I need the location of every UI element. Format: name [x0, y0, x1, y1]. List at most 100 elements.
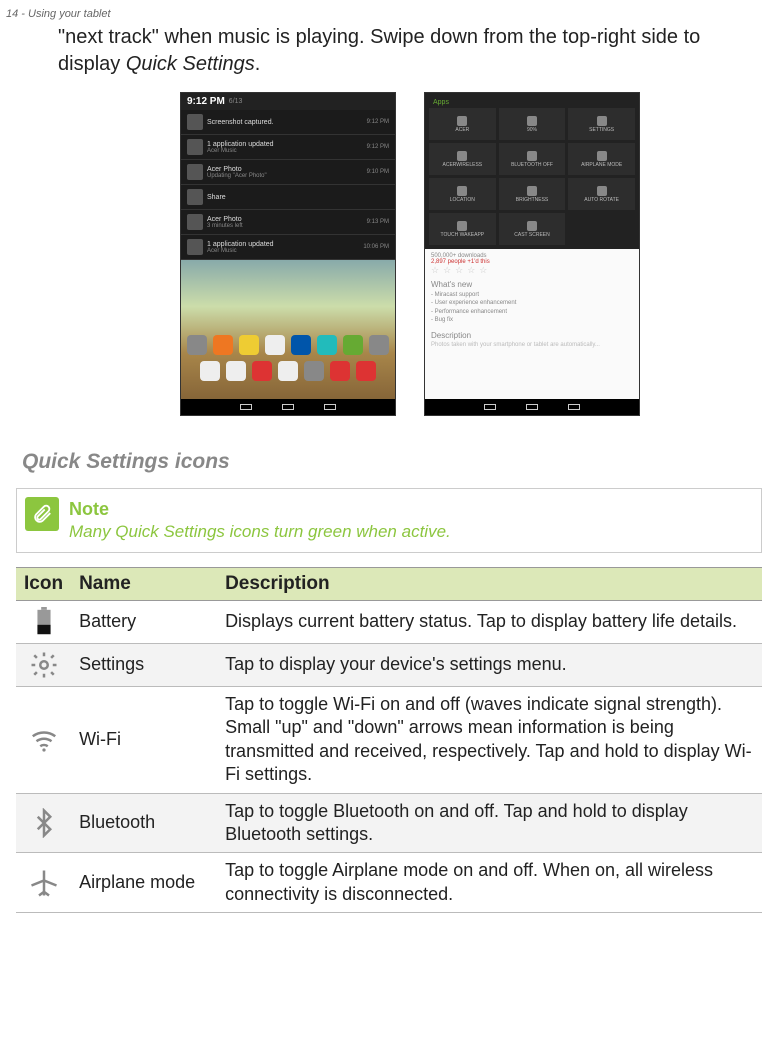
qs-label: BRIGHTNESS [516, 197, 549, 203]
desc-cell: Tap to toggle Bluetooth on and off. Tap … [217, 793, 762, 853]
status-time: 9:12 PM [187, 96, 225, 107]
location-icon [457, 186, 467, 196]
icons-table: Icon Name Description Battery Displays c… [16, 567, 762, 913]
intro-part2: . [255, 53, 261, 75]
notif-time: 10:06 PM [363, 244, 389, 250]
app-icon [278, 361, 298, 381]
icon-cell [16, 687, 71, 794]
qs-tile-brightness: BRIGHTNESS [499, 178, 566, 210]
paperclip-icon [25, 497, 59, 531]
bluetooth-icon [527, 151, 537, 161]
app-icon [226, 361, 246, 381]
notif-title: 1 application updated [207, 241, 274, 248]
table-row: Bluetooth Tap to toggle Bluetooth on and… [16, 793, 762, 853]
app-icon [304, 361, 324, 381]
app-icon [239, 335, 259, 355]
qs-label: BLUETOOTH OFF [511, 162, 553, 168]
app-icon [265, 335, 285, 355]
battery-icon [29, 607, 59, 637]
list-item: - Miracast support [431, 291, 633, 299]
intro-paragraph: "next track" when music is playing. Swip… [58, 24, 762, 78]
rating-stars: ☆☆☆☆☆ [431, 265, 633, 276]
notif-time: 9:12 PM [367, 119, 389, 125]
icon-cell [16, 793, 71, 853]
col-description: Description [217, 568, 762, 601]
name-cell: Battery [71, 601, 217, 644]
wifi-icon [29, 725, 59, 755]
notif-icon [187, 239, 203, 255]
qs-tile-touchwake: TOUCH WAKEAPP [429, 213, 496, 245]
table-row: Settings Tap to display your device's se… [16, 644, 762, 687]
notif-time: 9:13 PM [367, 219, 389, 225]
navigation-bar [181, 399, 395, 415]
notif-icon [187, 214, 203, 230]
tablet-screenshot-notifications: 9:12 PM 6/13 Screenshot captured. 9:12 PM… [180, 92, 396, 416]
desc-cell: Tap to display your device's settings me… [217, 644, 762, 687]
home-icon [282, 404, 294, 410]
note-callout: Note Many Quick Settings icons turn gree… [16, 488, 762, 553]
home-wallpaper [181, 260, 395, 415]
name-cell: Wi-Fi [71, 687, 217, 794]
notif-icon [187, 139, 203, 155]
list-item: - Bug fix [431, 316, 633, 324]
notif-sub: Acer Music [207, 148, 274, 154]
airplane-icon [29, 868, 59, 898]
qs-tile-settings: SETTINGS [568, 108, 635, 140]
name-cell: Airplane mode [71, 853, 217, 913]
back-icon [484, 404, 496, 410]
qs-label: AUTO ROTATE [584, 197, 619, 203]
qs-tile-rotate: AUTO ROTATE [568, 178, 635, 210]
gear-icon [29, 650, 59, 680]
back-icon [240, 404, 252, 410]
user-icon [457, 116, 467, 126]
notif-time: 9:12 PM [367, 144, 389, 150]
notif-title: Acer Photo [207, 216, 243, 223]
status-date: 6/13 [229, 98, 243, 105]
notif-title: Screenshot captured. [207, 119, 274, 126]
intro-italic: Quick Settings [126, 53, 255, 75]
quick-settings-grid: ACER 90% SETTINGS ACERWIRELESS BLUETOOTH… [429, 108, 635, 245]
notification-item: Share [181, 185, 395, 210]
notification-item: 1 application updatedAcer Music9:12 PM [181, 135, 395, 160]
app-icon [356, 361, 376, 381]
app-icon [213, 335, 233, 355]
icon-cell [16, 853, 71, 913]
tablet-screenshot-quicksettings: Apps ACER 90% SETTINGS ACERWIRELESS BLUE… [424, 92, 640, 416]
home-icon [526, 404, 538, 410]
qs-label: AIRPLANE MODE [581, 162, 622, 168]
notification-item: Screenshot captured. 9:12 PM [181, 110, 395, 135]
navigation-bar [425, 399, 639, 415]
app-icon [291, 335, 311, 355]
icon-cell [16, 601, 71, 644]
description-heading: Description [431, 331, 633, 340]
notif-sub: Updating "Acer Photo" [207, 173, 267, 179]
app-icon [200, 361, 220, 381]
cast-icon [527, 221, 537, 231]
qs-tile-bluetooth: BLUETOOTH OFF [499, 143, 566, 175]
bluetooth-icon [29, 808, 59, 838]
qs-label: LOCATION [450, 197, 475, 203]
notif-sub: 3 minutes left [207, 223, 243, 229]
notif-icon [187, 114, 203, 130]
table-header-row: Icon Name Description [16, 568, 762, 601]
qs-tile-owner: ACER [429, 108, 496, 140]
airplane-icon [597, 151, 607, 161]
col-name: Name [71, 568, 217, 601]
recent-icon [324, 404, 336, 410]
qs-label: 90% [527, 127, 537, 133]
battery-icon [527, 116, 537, 126]
desc-cell: Tap to toggle Airplane mode on and off. … [217, 853, 762, 913]
whats-new-heading: What's new [431, 280, 633, 289]
qs-tile-wifi: ACERWIRELESS [429, 143, 496, 175]
recent-icon [568, 404, 580, 410]
app-icon-grid [181, 329, 395, 387]
qs-tile-location: LOCATION [429, 178, 496, 210]
desc-cell: Tap to toggle Wi-Fi on and off (waves in… [217, 687, 762, 794]
notification-item: Acer PhotoUpdating "Acer Photo"9:10 PM [181, 160, 395, 185]
description-text: Photos taken with your smartphone or tab… [431, 342, 633, 348]
app-icon [252, 361, 272, 381]
name-cell: Settings [71, 644, 217, 687]
notification-item: Acer Photo3 minutes left 9:13 PM [181, 210, 395, 235]
whats-new-list: - Miracast support - User experience enh… [431, 291, 633, 325]
qs-label: ACERWIRELESS [443, 162, 483, 168]
